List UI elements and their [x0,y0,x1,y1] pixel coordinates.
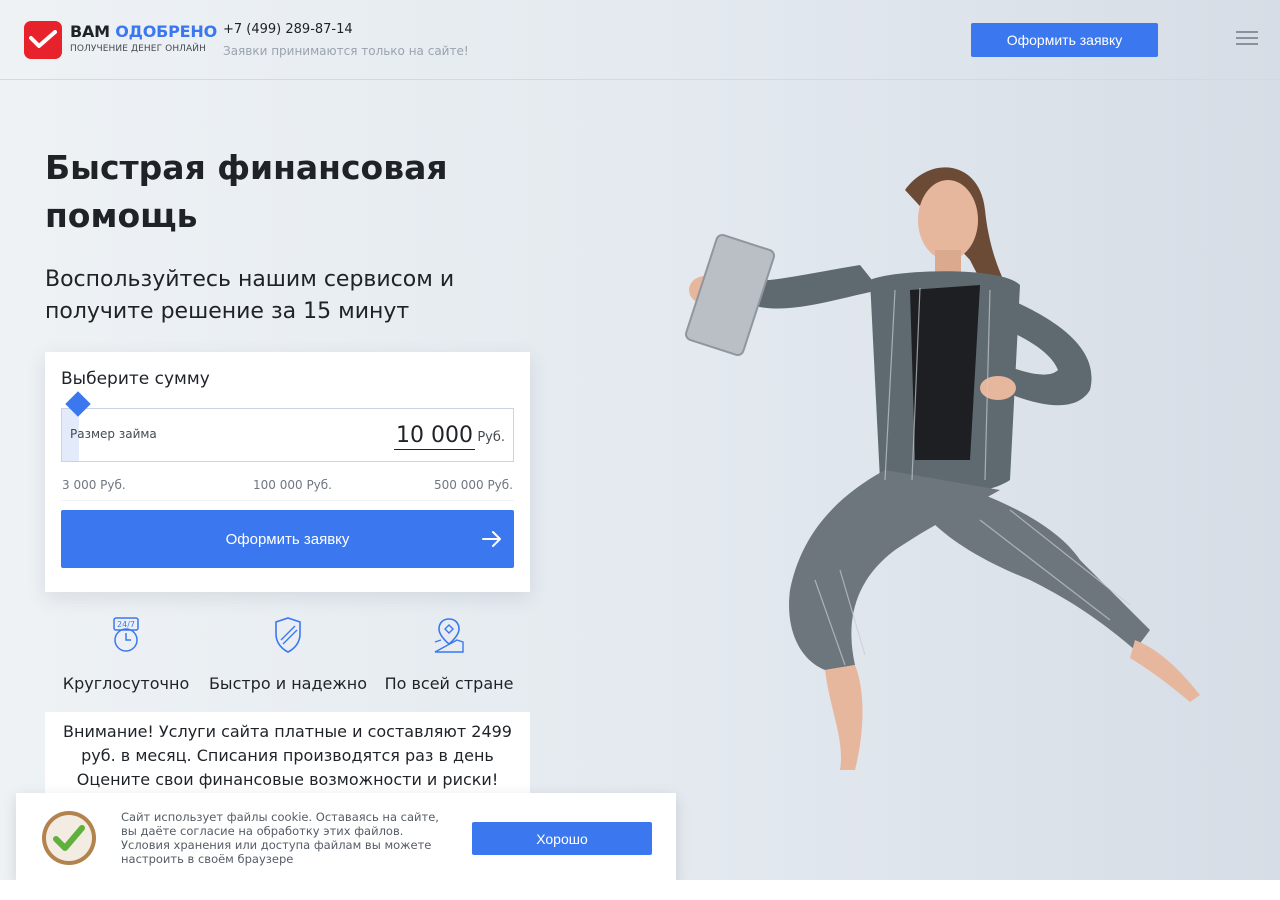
logo-title[interactable]: ВАМ ОДОБРЕНО [70,22,217,41]
feature-item: По всей стране [364,616,534,693]
logo-word-2: ОДОБРЕНО [115,22,217,41]
amount-field[interactable]: Размер займа 10 000 Руб. [61,408,514,462]
map-pin-icon [434,618,464,653]
menu-icon[interactable] [1236,31,1258,49]
scale-mid-label: 100 000 Руб. [253,478,332,492]
phone-note: Заявки принимаются только на сайте! [223,44,469,58]
amount-label: Размер займа [70,427,157,441]
feature-label: По всей стране [384,674,514,693]
fee-notice: Внимание! Услуги сайта платные и составл… [45,712,530,802]
amount-input[interactable]: 10 000 [394,423,475,450]
loan-calculator: Выберите сумму Размер займа 10 000 Руб. … [45,352,530,592]
hero-image [685,167,1200,770]
logo-word-1: ВАМ [70,22,110,41]
scale-min-label: 3 000 Руб. [62,478,126,492]
logo-icon[interactable] [24,21,62,59]
checkmark-badge-icon [42,811,96,865]
footer-strip [0,880,1280,900]
calculator-submit-button[interactable]: Оформить заявку [61,510,514,568]
logo-tagline: получение денег онлайн [70,44,207,54]
hero-subtitle: Воспользуйтесь нашим сервисом и получите… [45,267,455,324]
hero-title: Быстрая финансовая помощь [45,148,448,235]
calculator-title: Выберите сумму [61,369,210,389]
header-apply-button[interactable]: Оформить заявку [971,23,1158,57]
cookie-accept-button[interactable]: Хорошо [472,822,652,855]
amount-unit: Руб. [477,430,505,445]
feature-item: 24/7 Круглосуточно [41,616,211,693]
cookie-text: Сайт использует файлы cookie. Оставаясь … [121,810,439,866]
feature-item: Быстро и надежно [203,616,373,693]
phone-number[interactable]: +7 (499) 289-87-14 [223,22,353,37]
feature-label: Быстро и надежно [208,674,368,693]
calculator-submit-label: Оформить заявку [225,530,350,548]
site-header: ВАМ ОДОБРЕНО получение денег онлайн +7 (… [0,0,1280,80]
divider [61,500,514,501]
arrow-right-icon [482,531,501,547]
feature-label: Круглосуточно [62,674,190,693]
shield-icon [275,617,301,653]
clock-24-7-icon: 24/7 [113,617,139,652]
svg-text:24/7: 24/7 [117,620,135,629]
scale-max-label: 500 000 Руб. [434,478,513,492]
cookie-banner: Сайт использует файлы cookie. Оставаясь … [16,793,676,884]
